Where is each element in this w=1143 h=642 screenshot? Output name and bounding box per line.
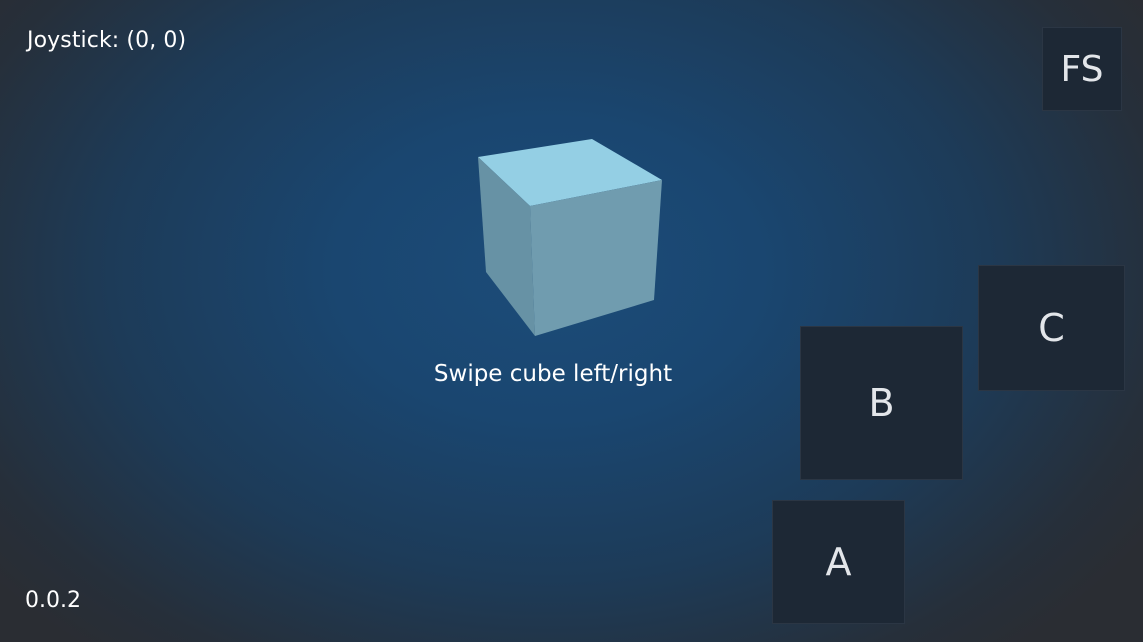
joystick-readout: Joystick: (0, 0) (27, 28, 187, 53)
a-button[interactable]: A (772, 500, 905, 624)
fullscreen-button[interactable]: FS (1042, 27, 1122, 111)
version-label: 0.0.2 (25, 588, 81, 613)
cube-right-face (530, 180, 662, 336)
b-button[interactable]: B (800, 326, 963, 480)
c-button[interactable]: C (978, 265, 1125, 391)
cube[interactable] (460, 130, 680, 350)
